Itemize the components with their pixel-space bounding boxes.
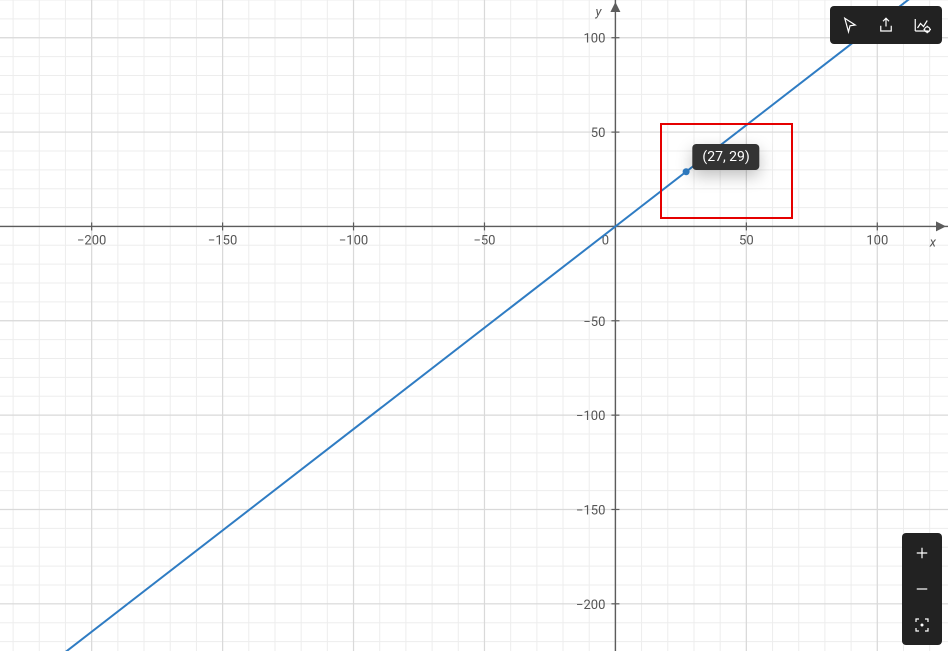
tooltip-text: (27, 29) [702,149,749,165]
chart-area[interactable]: −200−150−100−50050100−200−150−100−505010… [0,0,948,651]
plus-icon [913,544,931,562]
graph-settings-button[interactable] [904,10,940,40]
fit-icon [913,616,931,634]
svg-text:50: 50 [739,233,754,248]
svg-text:−200: −200 [77,233,106,248]
zoom-out-button[interactable] [904,571,940,607]
toolbar-top [830,6,942,44]
svg-text:−150: −150 [208,233,237,248]
svg-text:−200: −200 [576,598,605,613]
toolbar-zoom [902,533,942,645]
svg-text:−50: −50 [473,233,495,248]
tooltip: (27, 29) [692,144,759,170]
share-icon [877,16,895,34]
svg-text:−50: −50 [583,315,605,330]
pointer-tool-button[interactable] [832,10,868,40]
svg-text:100: 100 [866,233,888,248]
svg-text:−100: −100 [576,409,605,424]
svg-text:x: x [929,235,937,250]
svg-text:50: 50 [591,126,606,141]
svg-text:y: y [594,5,602,20]
pointer-icon [841,16,859,34]
minus-icon [913,580,931,598]
svg-text:−100: −100 [339,233,368,248]
zoom-in-button[interactable] [904,535,940,571]
svg-text:100: 100 [583,32,605,47]
share-button[interactable] [868,10,904,40]
graph-settings-icon [913,16,931,34]
zoom-fit-button[interactable] [904,607,940,643]
svg-text:−150: −150 [576,503,605,518]
